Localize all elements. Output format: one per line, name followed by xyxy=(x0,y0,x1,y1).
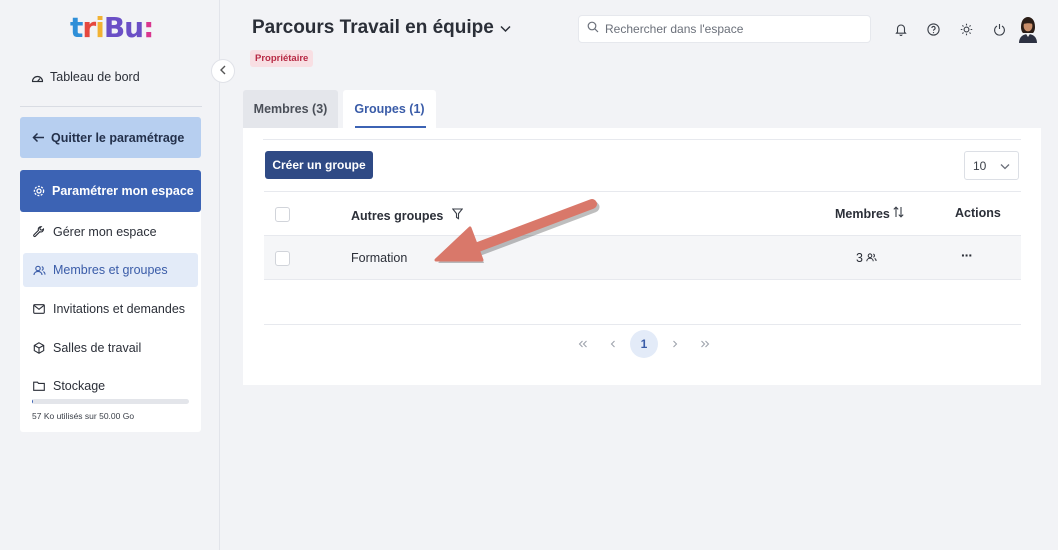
previous-page-button[interactable] xyxy=(598,330,628,358)
sidebar-item-dashboard[interactable]: Tableau de bord xyxy=(30,70,140,84)
chevron-left-icon xyxy=(610,337,616,351)
logo-letter: u xyxy=(124,11,144,44)
current-page-button[interactable]: 1 xyxy=(630,330,658,358)
power-icon[interactable] xyxy=(983,15,1016,43)
table-header: Autres groupes Membres Actions xyxy=(264,191,1021,236)
space-title-dropdown[interactable]: Parcours Travail en équipe xyxy=(252,17,511,39)
users-icon xyxy=(866,251,877,265)
user-avatar[interactable] xyxy=(1015,15,1041,43)
panel-divider xyxy=(263,139,1021,140)
logo-letter: t xyxy=(70,11,83,44)
settings-menu: Paramétrer mon espace Gérer mon espace M… xyxy=(20,170,201,432)
next-page-button[interactable] xyxy=(660,330,690,358)
column-header-actions: Actions xyxy=(955,206,1001,220)
last-page-button[interactable] xyxy=(690,330,720,358)
mail-icon xyxy=(32,304,46,314)
page-title: Parcours Travail en équipe xyxy=(252,17,494,38)
sidebar-item-workrooms[interactable]: Salles de travail xyxy=(23,331,198,365)
column-header-label: Autres groupes xyxy=(351,208,444,223)
column-header-label: Membres xyxy=(835,206,890,221)
logo-letter: B xyxy=(103,11,125,44)
storage-usage-text: 57 Ko utilisés sur 50.00 Go xyxy=(32,411,135,421)
arrow-left-icon xyxy=(31,132,45,143)
create-group-button[interactable]: Créer un groupe xyxy=(265,151,373,179)
wrench-icon xyxy=(32,226,46,238)
sidebar-item-label: Invitations et demandes xyxy=(53,302,186,316)
logo-letter: r xyxy=(82,11,96,44)
search-input[interactable] xyxy=(605,22,855,36)
gauge-icon xyxy=(30,72,44,83)
sidebar-item-label: Salles de travail xyxy=(53,341,142,355)
chevrons-left-icon xyxy=(578,337,588,351)
quit-settings-label: Quitter le paramétrage xyxy=(51,130,185,145)
header-actions xyxy=(884,15,1016,43)
sidebar-item-manage-space[interactable]: Gérer mon espace xyxy=(23,215,198,249)
bell-icon[interactable] xyxy=(884,15,917,43)
page-size-value: 10 xyxy=(973,158,987,173)
group-name[interactable]: Formation xyxy=(351,251,407,265)
folder-icon xyxy=(32,381,46,391)
column-header-name: Autres groupes xyxy=(351,208,464,223)
tribu-logo[interactable]: t r i B u : xyxy=(70,11,154,44)
page-size-select[interactable]: 10 xyxy=(964,151,1019,180)
configure-space-label: Paramétrer mon espace xyxy=(52,184,194,198)
group-member-count: 3 xyxy=(856,251,877,265)
filter-icon[interactable] xyxy=(452,208,464,223)
chevron-right-icon xyxy=(672,337,678,351)
pagination: 1 xyxy=(568,330,720,358)
sidebar-item-storage[interactable]: Stockage xyxy=(23,369,198,403)
logo-letter: i xyxy=(95,11,105,44)
search-box[interactable] xyxy=(578,15,871,43)
select-all-checkbox[interactable] xyxy=(275,207,290,222)
role-badge: Propriétaire xyxy=(250,50,314,67)
chevron-left-icon xyxy=(219,64,227,78)
cube-icon xyxy=(32,342,46,354)
tab-label: Membres (3) xyxy=(253,102,328,116)
storage-progress-bar xyxy=(32,399,189,404)
sidebar-item-label: Gérer mon espace xyxy=(53,225,157,239)
sort-icon[interactable] xyxy=(893,206,904,221)
sun-icon[interactable] xyxy=(950,15,983,43)
tab-groups[interactable]: Groupes (1) xyxy=(343,90,436,128)
first-page-button[interactable] xyxy=(568,330,598,358)
search-icon xyxy=(587,20,599,38)
groups-panel: Créer un groupe 10 Autres groupes Membre… xyxy=(243,128,1041,385)
logo-letter: : xyxy=(143,11,154,44)
dashboard-label: Tableau de bord xyxy=(50,70,140,84)
gear-icon xyxy=(32,185,46,197)
sidebar: t r i B u : Tableau de bord Quitter le p… xyxy=(0,0,220,550)
sidebar-item-invitations[interactable]: Invitations et demandes xyxy=(23,292,198,326)
table-footer-divider xyxy=(264,324,1021,325)
column-header-members[interactable]: Membres xyxy=(835,206,904,221)
users-icon xyxy=(32,265,46,276)
chevron-down-icon xyxy=(500,21,511,36)
tab-label: Groupes (1) xyxy=(354,102,425,116)
help-icon[interactable] xyxy=(917,15,950,43)
member-count-value: 3 xyxy=(856,251,863,265)
table-row[interactable]: Formation 3 ··· xyxy=(264,236,1021,280)
configure-space-button[interactable]: Paramétrer mon espace xyxy=(20,170,201,212)
row-checkbox[interactable] xyxy=(275,251,290,266)
sidebar-item-members-groups[interactable]: Membres et groupes xyxy=(23,253,198,287)
sidebar-item-label: Stockage xyxy=(53,379,106,393)
chevron-down-icon xyxy=(1000,159,1010,173)
sidebar-item-label: Membres et groupes xyxy=(53,263,168,277)
row-actions-button[interactable]: ··· xyxy=(961,247,973,263)
chevrons-right-icon xyxy=(700,337,710,351)
collapse-sidebar-button[interactable] xyxy=(211,59,235,83)
sidebar-divider xyxy=(20,106,202,107)
quit-settings-button[interactable]: Quitter le paramétrage xyxy=(20,117,201,158)
tab-members[interactable]: Membres (3) xyxy=(243,90,338,128)
